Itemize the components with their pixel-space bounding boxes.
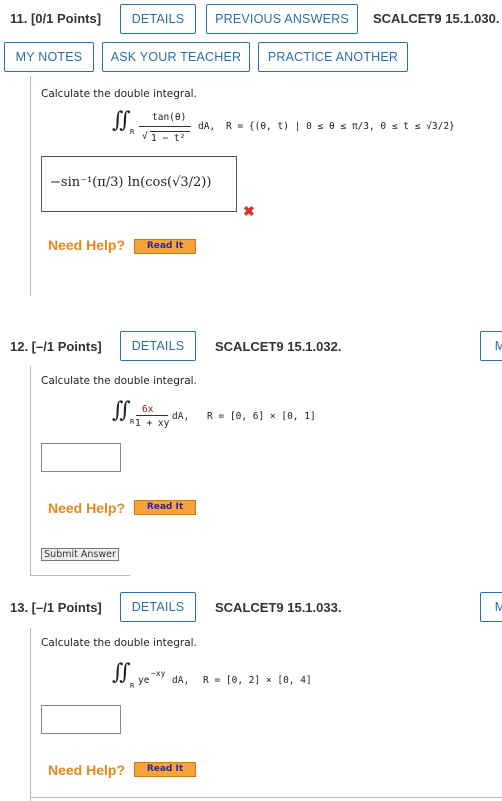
q12-details-button[interactable]: DETAILS bbox=[120, 331, 196, 361]
q12-title: 12. [–/1 Points] bbox=[10, 339, 102, 354]
double-integral-sign: ∬ bbox=[112, 108, 131, 133]
double-integral-sign: ∬ bbox=[112, 660, 131, 685]
q13-left-border bbox=[30, 628, 31, 801]
q11-left-border bbox=[30, 76, 31, 296]
q11-title: 11. [0/1 Points] bbox=[10, 11, 102, 26]
q12-instruction: Calculate the double integral. bbox=[41, 375, 197, 387]
q12-read-it-button[interactable]: Read It bbox=[134, 500, 196, 515]
practice-another-button[interactable]: PRACTICE ANOTHER bbox=[258, 42, 408, 72]
q13-details-button[interactable]: DETAILS bbox=[120, 592, 196, 622]
my-notes-button[interactable]: MY NOTES bbox=[4, 42, 94, 72]
q13-integrand: ye bbox=[138, 675, 150, 686]
q11-need-help-label: Need Help? bbox=[48, 237, 126, 253]
q12-integrand-denominator: 1 + xy bbox=[135, 418, 170, 429]
q13-exponent: −xy bbox=[151, 669, 166, 678]
q11-integrand-denominator: 1 − t² bbox=[151, 133, 186, 144]
q11-previous-answers-button[interactable]: PREVIOUS ANSWERS bbox=[206, 4, 358, 34]
q12-region: R = [0, 6] × [0, 1] bbox=[207, 411, 316, 422]
q11-details-button[interactable]: DETAILS bbox=[120, 4, 196, 34]
q13-need-help-label: Need Help? bbox=[48, 762, 126, 778]
q13-title: 13. [–/1 Points] bbox=[10, 600, 102, 615]
q11-answer-field[interactable]: −sin⁻¹(π/3) ln(cos(√3/2)) bbox=[41, 156, 237, 212]
double-integral-sign: ∬ bbox=[112, 398, 131, 423]
q12-integrand-numerator: 6x bbox=[142, 404, 154, 415]
q11-answer-expression: −sin⁻¹(π/3) ln(cos(√3/2)) bbox=[50, 175, 212, 190]
q12-need-help-label: Need Help? bbox=[48, 500, 126, 516]
sqrt-icon: √ bbox=[142, 131, 148, 142]
q13-answer-field[interactable] bbox=[41, 705, 121, 734]
q13-instruction: Calculate the double integral. bbox=[41, 637, 197, 649]
q12-left-border bbox=[30, 366, 31, 576]
q11-region: R = {(θ, t) | 0 ≤ θ ≤ π/3, 0 ≤ t ≤ √3/2} bbox=[226, 121, 455, 132]
q13-problem-code: SCALCET9 15.1.033. bbox=[215, 600, 342, 615]
q12-problem-code: SCALCET9 15.1.032. bbox=[215, 339, 342, 354]
q12-submit-answer-button[interactable]: Submit Answer bbox=[41, 548, 119, 561]
q12-my-notes-button-partial[interactable]: M bbox=[480, 331, 502, 361]
q11-instruction: Calculate the double integral. bbox=[41, 88, 197, 100]
q11-integrand-numerator: tan(θ) bbox=[152, 112, 187, 123]
q12-answer-field[interactable] bbox=[41, 443, 121, 472]
fraction-bar bbox=[136, 415, 168, 416]
q12-differential: dA, bbox=[172, 411, 190, 422]
q13-region: R = [0, 2] × [0, 4] bbox=[203, 675, 312, 686]
q13-my-notes-button-partial[interactable]: M bbox=[480, 592, 502, 622]
q11-read-it-button[interactable]: Read It bbox=[134, 239, 196, 254]
fraction-bar bbox=[139, 126, 191, 127]
q13-read-it-button[interactable]: Read It bbox=[134, 762, 196, 777]
q13-differential: dA, bbox=[172, 675, 190, 686]
ask-your-teacher-button[interactable]: ASK YOUR TEACHER bbox=[102, 42, 250, 72]
q11-problem-code: SCALCET9 15.1.030. bbox=[373, 11, 500, 26]
incorrect-icon: ✖ bbox=[243, 203, 255, 219]
q11-differential: dA, bbox=[198, 121, 216, 132]
